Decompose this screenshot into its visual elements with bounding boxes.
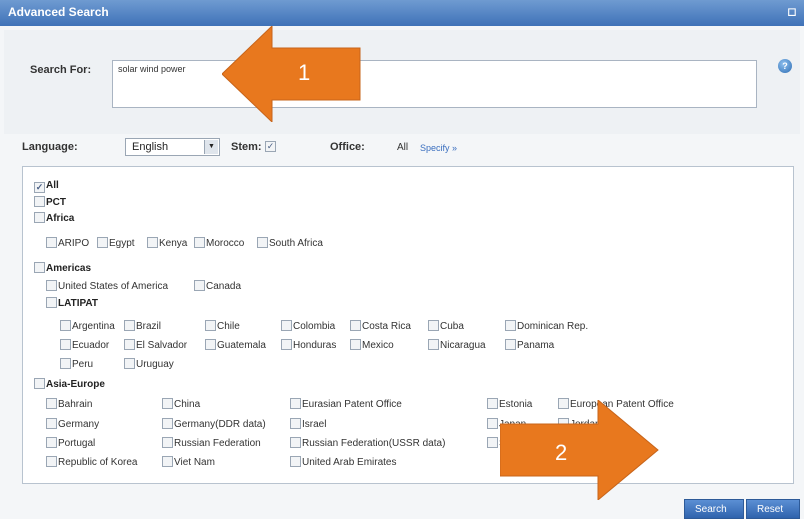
checkbox-africa[interactable] xyxy=(34,212,45,223)
checkbox-all[interactable]: ✓ xyxy=(34,182,45,193)
office-colombia[interactable]: Colombia xyxy=(281,320,335,332)
checkbox-asia-europe[interactable] xyxy=(34,378,45,389)
office-peru[interactable]: Peru xyxy=(60,358,93,370)
office-germany[interactable]: Germany xyxy=(46,418,99,430)
office-russia-ussr[interactable]: Russian Federation(USSR data) xyxy=(290,437,445,449)
office-panama[interactable]: Panama xyxy=(505,339,554,351)
office-pct[interactable]: PCT xyxy=(34,196,66,208)
office-morocco[interactable]: Morocco xyxy=(194,237,244,249)
advanced-search-window: Advanced Search ◻ Search For: solar wind… xyxy=(0,0,804,519)
office-cuba[interactable]: Cuba xyxy=(428,320,464,332)
callout-label-2: 2 xyxy=(555,440,568,465)
chevron-down-icon[interactable]: ▼ xyxy=(204,140,218,154)
office-germany-ddr[interactable]: Germany(DDR data) xyxy=(162,418,266,430)
office-nicaragua[interactable]: Nicaragua xyxy=(428,339,486,351)
maximize-icon[interactable]: ◻ xyxy=(784,4,800,20)
language-selected: English xyxy=(132,141,169,153)
specify-link[interactable]: Specify » xyxy=(420,143,457,153)
search-for-label: Search For: xyxy=(30,64,92,76)
office-bahrain[interactable]: Bahrain xyxy=(46,398,92,410)
office-honduras[interactable]: Honduras xyxy=(281,339,336,351)
window-titlebar: Advanced Search ◻ xyxy=(0,0,804,26)
office-kenya[interactable]: Kenya xyxy=(147,237,187,249)
office-usa[interactable]: United States of America xyxy=(46,280,168,292)
office-brazil[interactable]: Brazil xyxy=(124,320,161,332)
reset-button[interactable]: Reset xyxy=(746,499,800,519)
office-portugal[interactable]: Portugal xyxy=(46,437,95,449)
checkbox-americas[interactable] xyxy=(34,262,45,273)
office-asia-europe[interactable]: Asia-Europe xyxy=(34,378,105,390)
office-label: Office: xyxy=(330,141,365,153)
window-title: Advanced Search xyxy=(8,5,109,19)
office-vietnam[interactable]: Viet Nam xyxy=(162,456,215,468)
office-americas[interactable]: Americas xyxy=(34,262,91,274)
search-button[interactable]: Search xyxy=(684,499,744,519)
stem-checkbox[interactable]: ✓ xyxy=(265,141,276,152)
office-el-salvador[interactable]: El Salvador xyxy=(124,339,187,351)
office-costa-rica[interactable]: Costa Rica xyxy=(350,320,411,332)
office-uae[interactable]: United Arab Emirates xyxy=(290,456,397,468)
language-select[interactable]: English ▼ xyxy=(125,138,220,156)
office-eurasian[interactable]: Eurasian Patent Office xyxy=(290,398,402,410)
office-all[interactable]: ✓ All xyxy=(34,180,59,193)
office-russia[interactable]: Russian Federation xyxy=(162,437,261,449)
office-latipat[interactable]: LATIPAT xyxy=(46,297,98,309)
office-uruguay[interactable]: Uruguay xyxy=(124,358,174,370)
language-label: Language: xyxy=(22,141,78,153)
office-guatemala[interactable]: Guatemala xyxy=(205,339,266,351)
office-south-africa[interactable]: South Africa xyxy=(257,237,323,249)
callout-label-1: 1 xyxy=(298,60,311,85)
office-africa[interactable]: Africa xyxy=(34,212,74,224)
office-china[interactable]: China xyxy=(162,398,200,410)
office-egypt[interactable]: Egypt xyxy=(97,237,135,249)
checkbox-latipat[interactable] xyxy=(46,297,57,308)
office-chile[interactable]: Chile xyxy=(205,320,240,332)
office-korea[interactable]: Republic of Korea xyxy=(46,456,138,468)
office-value: All xyxy=(397,142,409,153)
office-mexico[interactable]: Mexico xyxy=(350,339,394,351)
office-israel[interactable]: Israel xyxy=(290,418,326,430)
stem-label: Stem: xyxy=(231,141,262,153)
office-argentina[interactable]: Argentina xyxy=(60,320,115,332)
callout-arrow-1 xyxy=(222,26,361,122)
search-query-input[interactable]: solar wind power xyxy=(112,60,757,108)
callout-arrow-2 xyxy=(500,400,659,500)
checkbox-pct[interactable] xyxy=(34,196,45,207)
office-ecuador[interactable]: Ecuador xyxy=(60,339,109,351)
office-aripo[interactable]: ARIPO xyxy=(46,237,89,249)
office-dominican-rep[interactable]: Dominican Rep. xyxy=(505,320,588,332)
help-icon[interactable]: ? xyxy=(778,59,792,73)
office-canada[interactable]: Canada xyxy=(194,280,241,292)
